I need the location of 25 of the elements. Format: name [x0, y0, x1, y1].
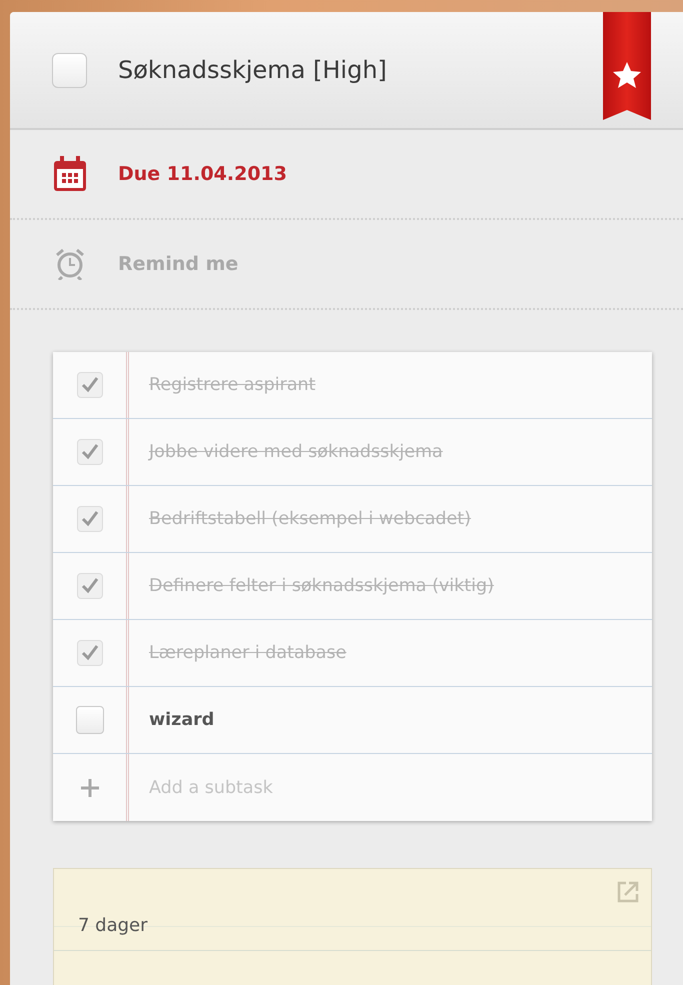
subtask-text: Definere felter i søknadsskjema (viktig): [149, 576, 494, 596]
star-ribbon-icon[interactable]: [603, 12, 651, 120]
task-title: Søknadsskjema [High]: [118, 56, 387, 84]
checkmark-icon: [80, 375, 100, 395]
checkbox[interactable]: [52, 52, 87, 88]
checkmark-icon: [80, 643, 100, 663]
checkbox[interactable]: [76, 706, 104, 734]
due-date[interactable]: Due 11.04.2013: [118, 163, 287, 185]
subtask-text: Bedriftstabell (eksempel i webcadet): [149, 509, 471, 529]
calendar-icon: [53, 156, 87, 192]
checkbox[interactable]: [76, 640, 102, 666]
subtask-text: Registrere aspirant: [149, 375, 316, 395]
plus-icon[interactable]: [80, 778, 100, 798]
subtask-text: Jobbe videre med søknadsskjema: [149, 442, 443, 462]
subtask-text: Læreplaner i database: [149, 643, 346, 663]
checkbox[interactable]: [76, 506, 102, 532]
checkbox[interactable]: [76, 439, 102, 465]
checkbox[interactable]: [76, 372, 102, 398]
checkmark-icon: [80, 576, 100, 596]
checkbox[interactable]: [76, 573, 102, 599]
expand-icon[interactable]: [617, 881, 639, 903]
alarm-clock-icon: [55, 248, 85, 280]
checkmark-icon: [80, 509, 100, 529]
subtask-text: wizard: [149, 710, 214, 730]
checkmark-icon: [80, 442, 100, 462]
